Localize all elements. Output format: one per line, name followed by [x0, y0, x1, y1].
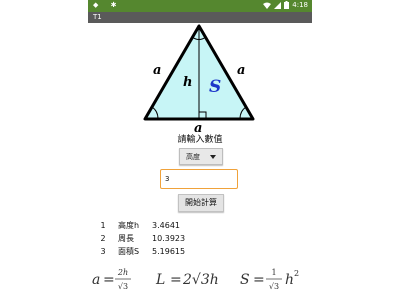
- type-select-value: 高度: [186, 153, 200, 161]
- app-title: T1: [93, 13, 102, 21]
- formula3-num: 1: [271, 268, 276, 277]
- formula3-eq: =: [253, 272, 265, 288]
- formula3-lhs: S: [240, 272, 250, 288]
- formula3-den: √3: [269, 282, 279, 291]
- result-row: 2 周長 10.3923: [96, 232, 246, 245]
- formula1-den: √3: [118, 282, 128, 291]
- result-index: 2: [100, 234, 106, 243]
- phone-screen: ◆ ✱ 4:18 T1 a a h S a 請輸入數值 高度 開始計算 1 高度…: [88, 0, 312, 300]
- right-side-label: a: [237, 63, 245, 78]
- triangle-figure: a a h S a: [143, 24, 255, 134]
- results-list: 1 高度h 3.4641 2 周長 10.3923 3 面積S 5.19615: [96, 219, 246, 258]
- left-side-label: a: [153, 63, 161, 78]
- result-index: 1: [100, 221, 106, 230]
- result-row: 1 高度h 3.4641: [96, 219, 246, 232]
- formula1-num: 2h: [117, 268, 128, 277]
- formula2-rhs: 2√3h: [182, 272, 219, 288]
- result-row: 3 面積S 5.19615: [96, 245, 246, 258]
- result-value: 10.3923: [152, 234, 186, 243]
- status-bar: ◆ ✱ 4:18: [88, 0, 312, 12]
- result-label: 周長: [118, 234, 134, 243]
- wifi-icon: [263, 2, 272, 9]
- result-label: 面積S: [118, 247, 140, 256]
- type-select[interactable]: 高度: [179, 148, 223, 165]
- formula-bar: a = 2h √3 L = 2√3h S = 1 √3 h 2: [92, 268, 299, 291]
- dropdown-arrow-icon: [210, 155, 216, 159]
- input-prompt: 請輸入數值: [177, 135, 223, 145]
- result-index: 3: [100, 247, 106, 256]
- notification-icons: ◆ ✱: [93, 1, 122, 9]
- result-label: 高度h: [118, 221, 140, 230]
- calculate-button[interactable]: 開始計算: [178, 194, 224, 212]
- status-right: 4:18: [263, 1, 308, 9]
- value-input[interactable]: [160, 169, 238, 189]
- height-label: h: [183, 75, 192, 90]
- formula1-lhs: a: [92, 272, 100, 288]
- formula3-sup: 2: [294, 269, 299, 278]
- area-label: S: [209, 77, 221, 97]
- result-value: 3.4641: [152, 221, 180, 230]
- formula3-tail: h: [285, 272, 294, 288]
- battery-icon: [284, 1, 290, 9]
- signal-icon: [274, 1, 282, 9]
- status-time: 4:18: [292, 1, 308, 9]
- formula2-lhs: L: [155, 272, 165, 288]
- formula1-eq: =: [103, 272, 115, 288]
- formula2-eq: =: [170, 272, 182, 288]
- result-value: 5.19615: [152, 247, 186, 256]
